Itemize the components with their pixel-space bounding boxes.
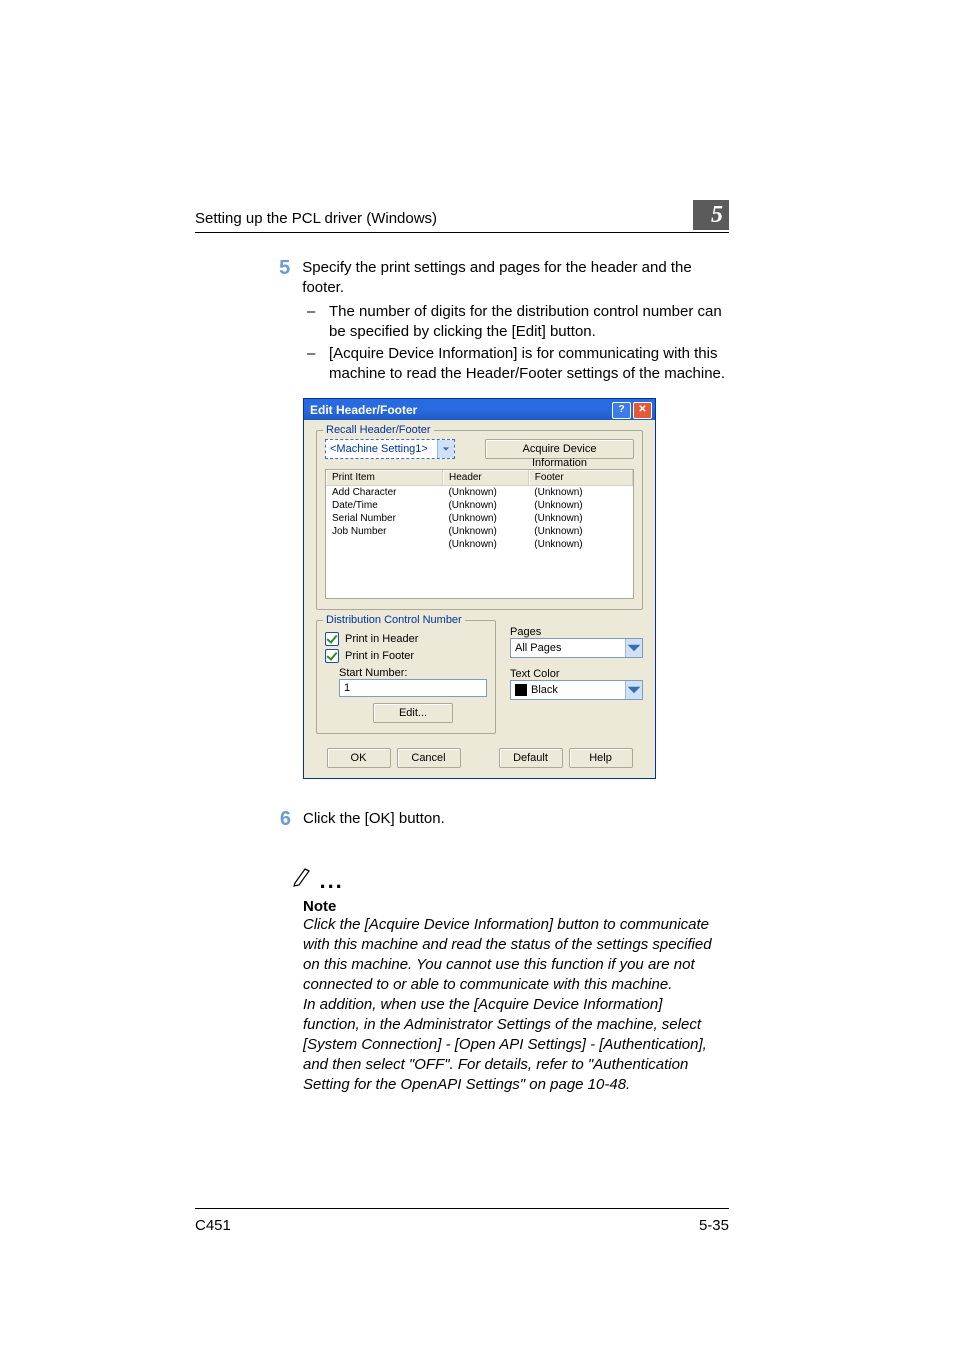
table-row[interactable]: Job Number(Unknown)(Unknown)	[326, 525, 633, 538]
text-color-dropdown[interactable]: Black	[510, 680, 643, 700]
footer-left: C451	[195, 1217, 231, 1234]
chevron-down-icon	[625, 681, 642, 699]
note-paragraph: In addition, when use the [Acquire Devic…	[303, 995, 719, 1095]
pages-dropdown[interactable]: All Pages	[510, 638, 643, 658]
checkbox-icon	[325, 649, 339, 663]
dialog-title: Edit Header/Footer	[310, 403, 417, 417]
default-button[interactable]: Default	[499, 748, 563, 768]
chevron-down-icon	[625, 639, 642, 657]
step-number: 5	[255, 258, 290, 278]
edit-header-footer-dialog: Edit Header/Footer ? ✕ Recall Header/Foo…	[303, 398, 656, 779]
dcn-legend: Distribution Control Number	[323, 614, 465, 626]
chapter-badge: 5	[693, 200, 729, 230]
recall-legend: Recall Header/Footer	[323, 424, 434, 436]
bullet-dash: –	[307, 302, 329, 342]
note-dots: ...	[319, 868, 343, 893]
edit-button[interactable]: Edit...	[373, 703, 453, 723]
dcn-fieldset: Distribution Control Number Print in Hea…	[316, 620, 496, 734]
pages-label: Pages	[510, 626, 643, 638]
bullet-text: [Acquire Device Information] is for comm…	[329, 344, 729, 384]
table-header: Footer	[528, 470, 632, 486]
footer-rule	[195, 1208, 729, 1209]
start-number-input[interactable]	[339, 679, 487, 697]
ok-button[interactable]: OK	[327, 748, 391, 768]
table-row[interactable]: Add Character(Unknown)(Unknown)	[326, 486, 633, 500]
table-row[interactable]: (Unknown)(Unknown)	[326, 538, 633, 551]
color-swatch-icon	[515, 684, 527, 696]
checkbox-icon	[325, 632, 339, 646]
bullet-dash: –	[307, 344, 329, 384]
chevron-down-icon	[437, 440, 454, 458]
dialog-titlebar: Edit Header/Footer ? ✕	[304, 399, 655, 420]
checkbox-label: Print in Footer	[345, 650, 414, 662]
table-row[interactable]: Date/Time(Unknown)(Unknown)	[326, 499, 633, 512]
help-icon[interactable]: ?	[612, 402, 631, 419]
note-icon	[291, 865, 315, 894]
note-paragraph: Click the [Acquire Device Information] b…	[303, 915, 719, 995]
pages-value: All Pages	[511, 642, 625, 654]
step-text: Specify the print settings and pages for…	[302, 258, 729, 298]
table-header: Print Item	[326, 470, 442, 486]
cancel-button[interactable]: Cancel	[397, 748, 461, 768]
close-icon[interactable]: ✕	[633, 402, 652, 419]
acquire-device-info-button[interactable]: Acquire Device Information	[485, 439, 634, 459]
help-button[interactable]: Help	[569, 748, 633, 768]
bullet-text: The number of digits for the distributio…	[329, 302, 729, 342]
text-color-label: Text Color	[510, 668, 643, 680]
footer-right: 5-35	[699, 1217, 729, 1234]
table-header: Header	[442, 470, 528, 486]
print-item-table: Print Item Header Footer Add Character(U…	[325, 469, 634, 599]
print-in-footer-checkbox[interactable]: Print in Footer	[325, 649, 487, 663]
note-label: Note	[303, 898, 729, 915]
checkbox-label: Print in Header	[345, 633, 418, 645]
text-color-value: Black	[531, 684, 558, 696]
print-in-header-checkbox[interactable]: Print in Header	[325, 632, 487, 646]
header-rule	[195, 232, 729, 233]
step-number: 6	[255, 809, 291, 829]
recall-dropdown-text: <Machine Setting1>	[326, 443, 437, 455]
step-text: Click the [OK] button.	[303, 809, 445, 829]
recall-dropdown[interactable]: <Machine Setting1>	[325, 439, 455, 459]
recall-fieldset: Recall Header/Footer <Machine Setting1> …	[316, 430, 643, 610]
header-title: Setting up the PCL driver (Windows)	[195, 210, 437, 227]
start-number-label: Start Number:	[339, 667, 487, 679]
table-row[interactable]: Serial Number(Unknown)(Unknown)	[326, 512, 633, 525]
